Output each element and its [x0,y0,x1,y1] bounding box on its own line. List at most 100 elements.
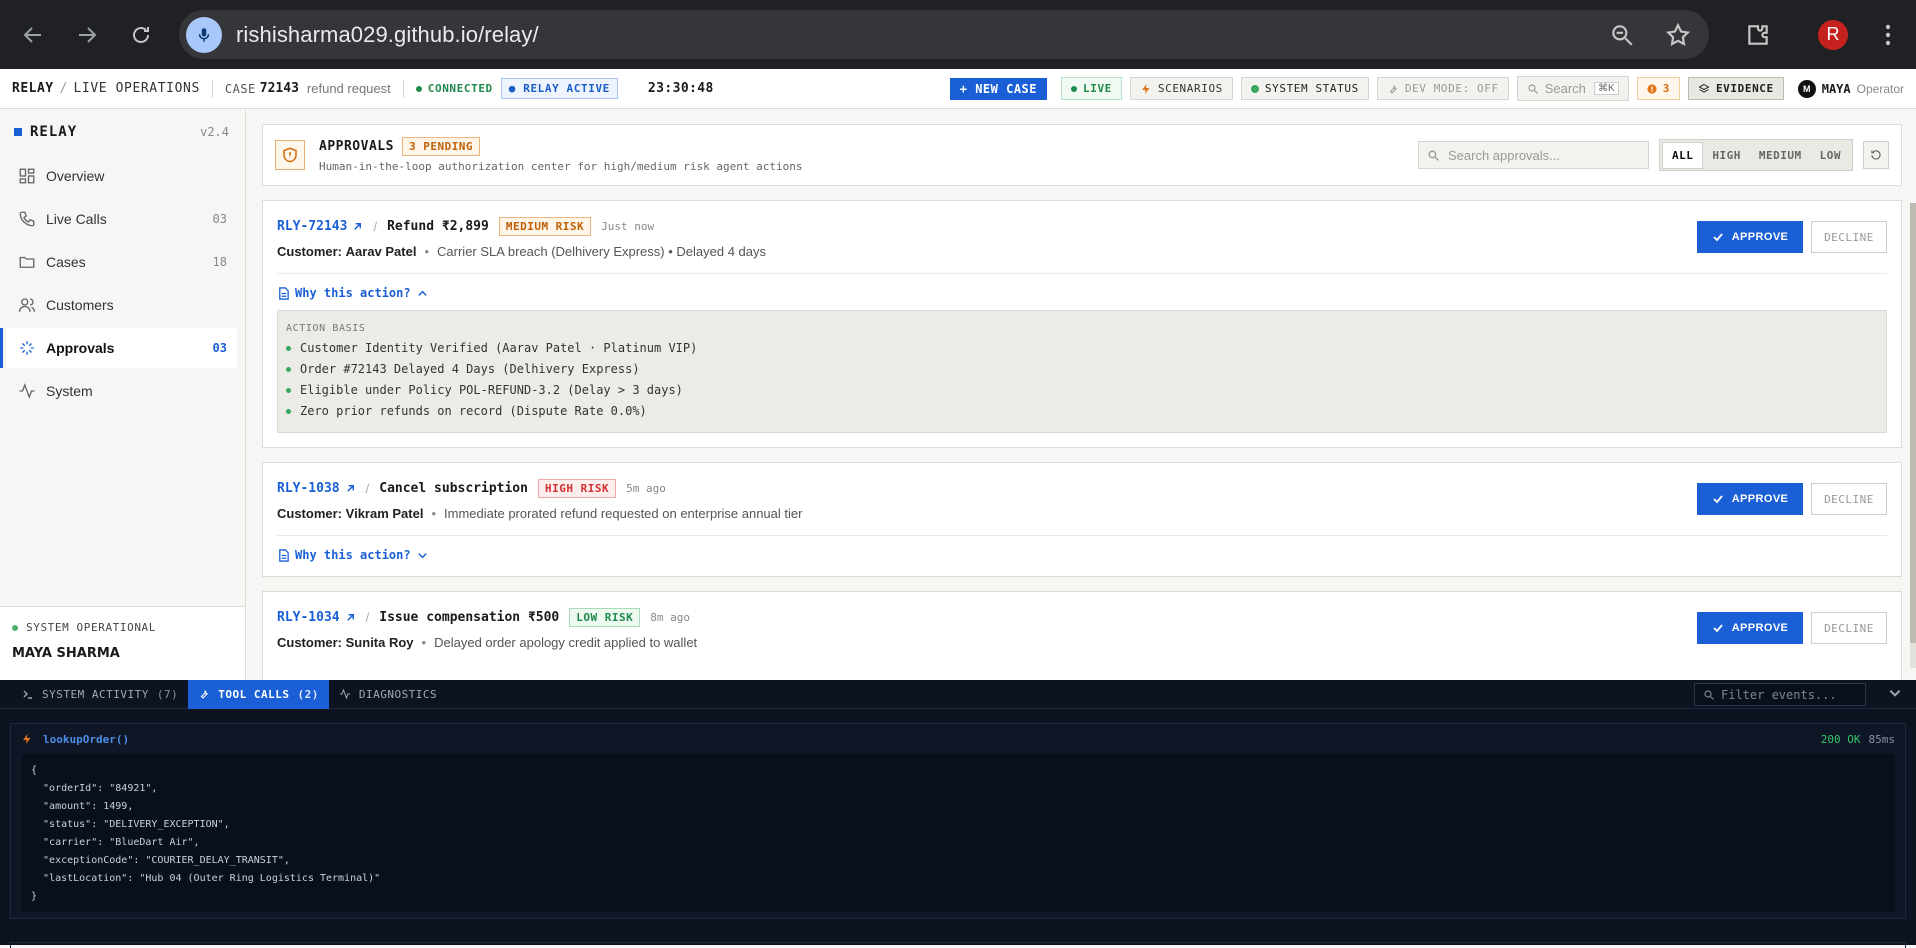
mic-icon[interactable] [186,16,222,53]
approve-button[interactable]: APPROVE [1697,221,1803,253]
tool-call-name: lookupOrder() [43,732,130,746]
tab-count: (7) [156,687,179,701]
sidebar-nav: Overview Live Calls 03 Cases 18 Customer… [0,156,245,411]
tool-call-entry: lookupOrder() 200 OK 85ms { "orderId": "… [10,723,1906,919]
new-case-button[interactable]: + NEW CASE [949,77,1047,100]
case-link[interactable]: RLY-1038 [277,481,356,496]
why-toggle[interactable]: Why this action? [277,273,1887,310]
chevron-down-icon [417,552,427,558]
case-id: RLY-72143 [277,219,348,234]
external-link-icon [346,614,354,621]
phone-icon [19,211,35,227]
scenarios-button[interactable]: SCENARIOS [1129,77,1233,100]
browser-chrome: rishisharma029.github.io/relay/ R [0,0,1916,69]
system-status-button[interactable]: SYSTEM STATUS [1240,77,1369,100]
sidebar-item-approvals[interactable]: Approvals 03 [0,328,237,368]
code-line: "status": "DELIVERY_EXCEPTION", [31,819,230,830]
code-line: { [31,765,38,776]
customer-prefix: Customer: [277,506,343,521]
tool-call-header[interactable]: lookupOrder() 200 OK 85ms [11,724,1905,754]
wrench-icon [200,690,209,699]
sidebar-item-live-calls[interactable]: Live Calls 03 [6,199,237,239]
case-link[interactable]: RLY-72143 [277,219,363,234]
risk-badge: HIGH RISK [537,479,617,498]
connection-status-label: CONNECTED [427,82,493,95]
sidebar-item-label: Overview [46,168,105,184]
chevron-down-icon [1889,690,1901,697]
code-line: } [31,891,38,902]
approvals-main: APPROVALS 3 PENDING Human-in-the-loop aut… [246,110,1916,680]
approvals-search-placeholder: Search approvals... [1448,147,1561,163]
alert-icon [1647,83,1657,94]
tab-diagnostics[interactable]: DIAGNOSTICS [329,680,447,709]
case-number[interactable]: 72143 [260,81,299,96]
decline-button[interactable]: DECLINE [1811,221,1887,253]
global-search[interactable]: Search ⌘K [1516,76,1629,101]
back-button[interactable] [6,0,60,69]
topbar-separator: / [59,81,68,96]
customer-name: Vikram Patel [345,506,424,521]
case-id: RLY-1038 [277,481,340,496]
profile-avatar[interactable]: R [1818,19,1848,50]
search-shortcut: ⌘K [1594,82,1619,95]
filter-low[interactable]: LOW [1811,143,1850,168]
star-icon[interactable] [1665,22,1691,48]
risk-filter-group: ALL HIGH MEDIUM LOW [1659,139,1853,171]
request-time: 5m ago [626,482,666,495]
zoom-icon[interactable] [1609,22,1635,48]
tab-tool-calls[interactable]: TOOL CALLS (2) [188,679,329,709]
topbar-brand: RELAY [12,81,54,96]
evidence-button[interactable]: EVIDENCE [1687,77,1784,100]
action-basis-title: ACTION BASIS [286,323,366,334]
filter-high[interactable]: HIGH [1703,143,1750,168]
arrow-left-icon [23,26,41,43]
filter-medium[interactable]: MEDIUM [1750,143,1811,168]
operator-profile[interactable]: M MAYA Operator [1797,79,1904,98]
decline-button[interactable]: DECLINE [1811,612,1887,644]
sidebar-item-overview[interactable]: Overview [6,156,237,196]
refresh-icon [1871,150,1881,160]
terminal-icon [23,690,32,699]
case-link[interactable]: RLY-1034 [277,610,356,625]
address-bar[interactable]: rishisharma029.github.io/relay/ [179,10,1709,59]
scenarios-label: SCENARIOS [1157,82,1223,95]
live-label: LIVE [1083,82,1112,95]
filter-all[interactable]: ALL [1662,141,1704,169]
live-toggle[interactable]: LIVE [1061,77,1122,100]
refresh-button[interactable] [1863,141,1889,169]
sidebar-item-system[interactable]: System [6,371,237,411]
why-toggle[interactable]: Why this action? [277,535,1887,576]
filter-events-input[interactable]: Filter events... [1694,683,1866,706]
document-icon [279,286,289,300]
sidebar-item-customers[interactable]: Customers [6,285,237,325]
menu-icon[interactable] [1876,24,1900,46]
filter-events-placeholder: Filter events... [1721,687,1837,702]
reload-button[interactable] [114,0,168,69]
operator-name: MAYA [1821,81,1851,96]
approve-button[interactable]: APPROVE [1697,483,1803,515]
search-icon [1528,83,1538,94]
approvals-search-input[interactable]: Search approvals... [1418,141,1649,169]
forward-button[interactable] [60,0,114,69]
external-link-icon [346,485,354,492]
console-panel: SYSTEM ACTIVITY (7) TOOL CALLS (2) DIAGNOS… [0,679,1916,948]
tab-system-activity[interactable]: SYSTEM ACTIVITY (7) [12,680,188,709]
activity-icon [339,688,350,700]
approve-label: APPROVE [1731,493,1789,505]
alerts-badge[interactable]: 3 [1636,77,1680,100]
operator-avatar: M [1797,79,1816,98]
sidebar-item-cases[interactable]: Cases 18 [6,242,237,282]
approvals-header: APPROVALS 3 PENDING Human-in-the-loop aut… [262,124,1902,186]
code-line: "carrier": "BlueDart Air", [31,837,200,848]
scrollbar-thumb[interactable] [1910,203,1916,643]
extensions-icon[interactable] [1740,17,1776,53]
decline-button[interactable]: DECLINE [1811,483,1887,515]
connection-status: CONNECTED [415,82,493,95]
collapse-panel-button[interactable] [1888,686,1902,705]
dev-mode-toggle[interactable]: DEV MODE: OFF [1376,77,1509,100]
folder-icon [19,256,35,268]
sidebar-user-name: MAYA SHARMA [12,646,120,661]
approve-button[interactable]: APPROVE [1697,612,1803,644]
tab-label: DIAGNOSTICS [358,687,438,701]
external-link-icon [354,223,362,230]
